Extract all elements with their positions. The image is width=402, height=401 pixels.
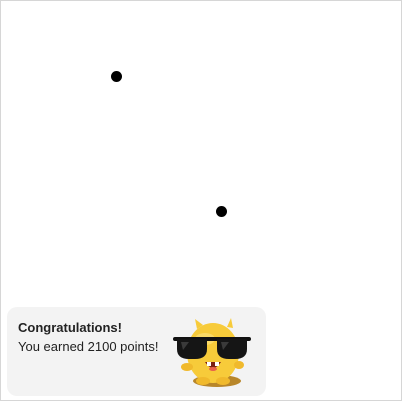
- target-dot[interactable]: [216, 206, 227, 217]
- canvas-area[interactable]: Congratulations! You earned 2100 points!: [0, 0, 402, 401]
- toast-message: You earned 2100 points!: [18, 339, 159, 354]
- congratulations-toast: Congratulations! You earned 2100 points!: [7, 307, 266, 396]
- mascot-sunglasses-icon: [173, 318, 251, 387]
- toast-title: Congratulations!: [18, 320, 122, 335]
- target-dot[interactable]: [111, 71, 122, 82]
